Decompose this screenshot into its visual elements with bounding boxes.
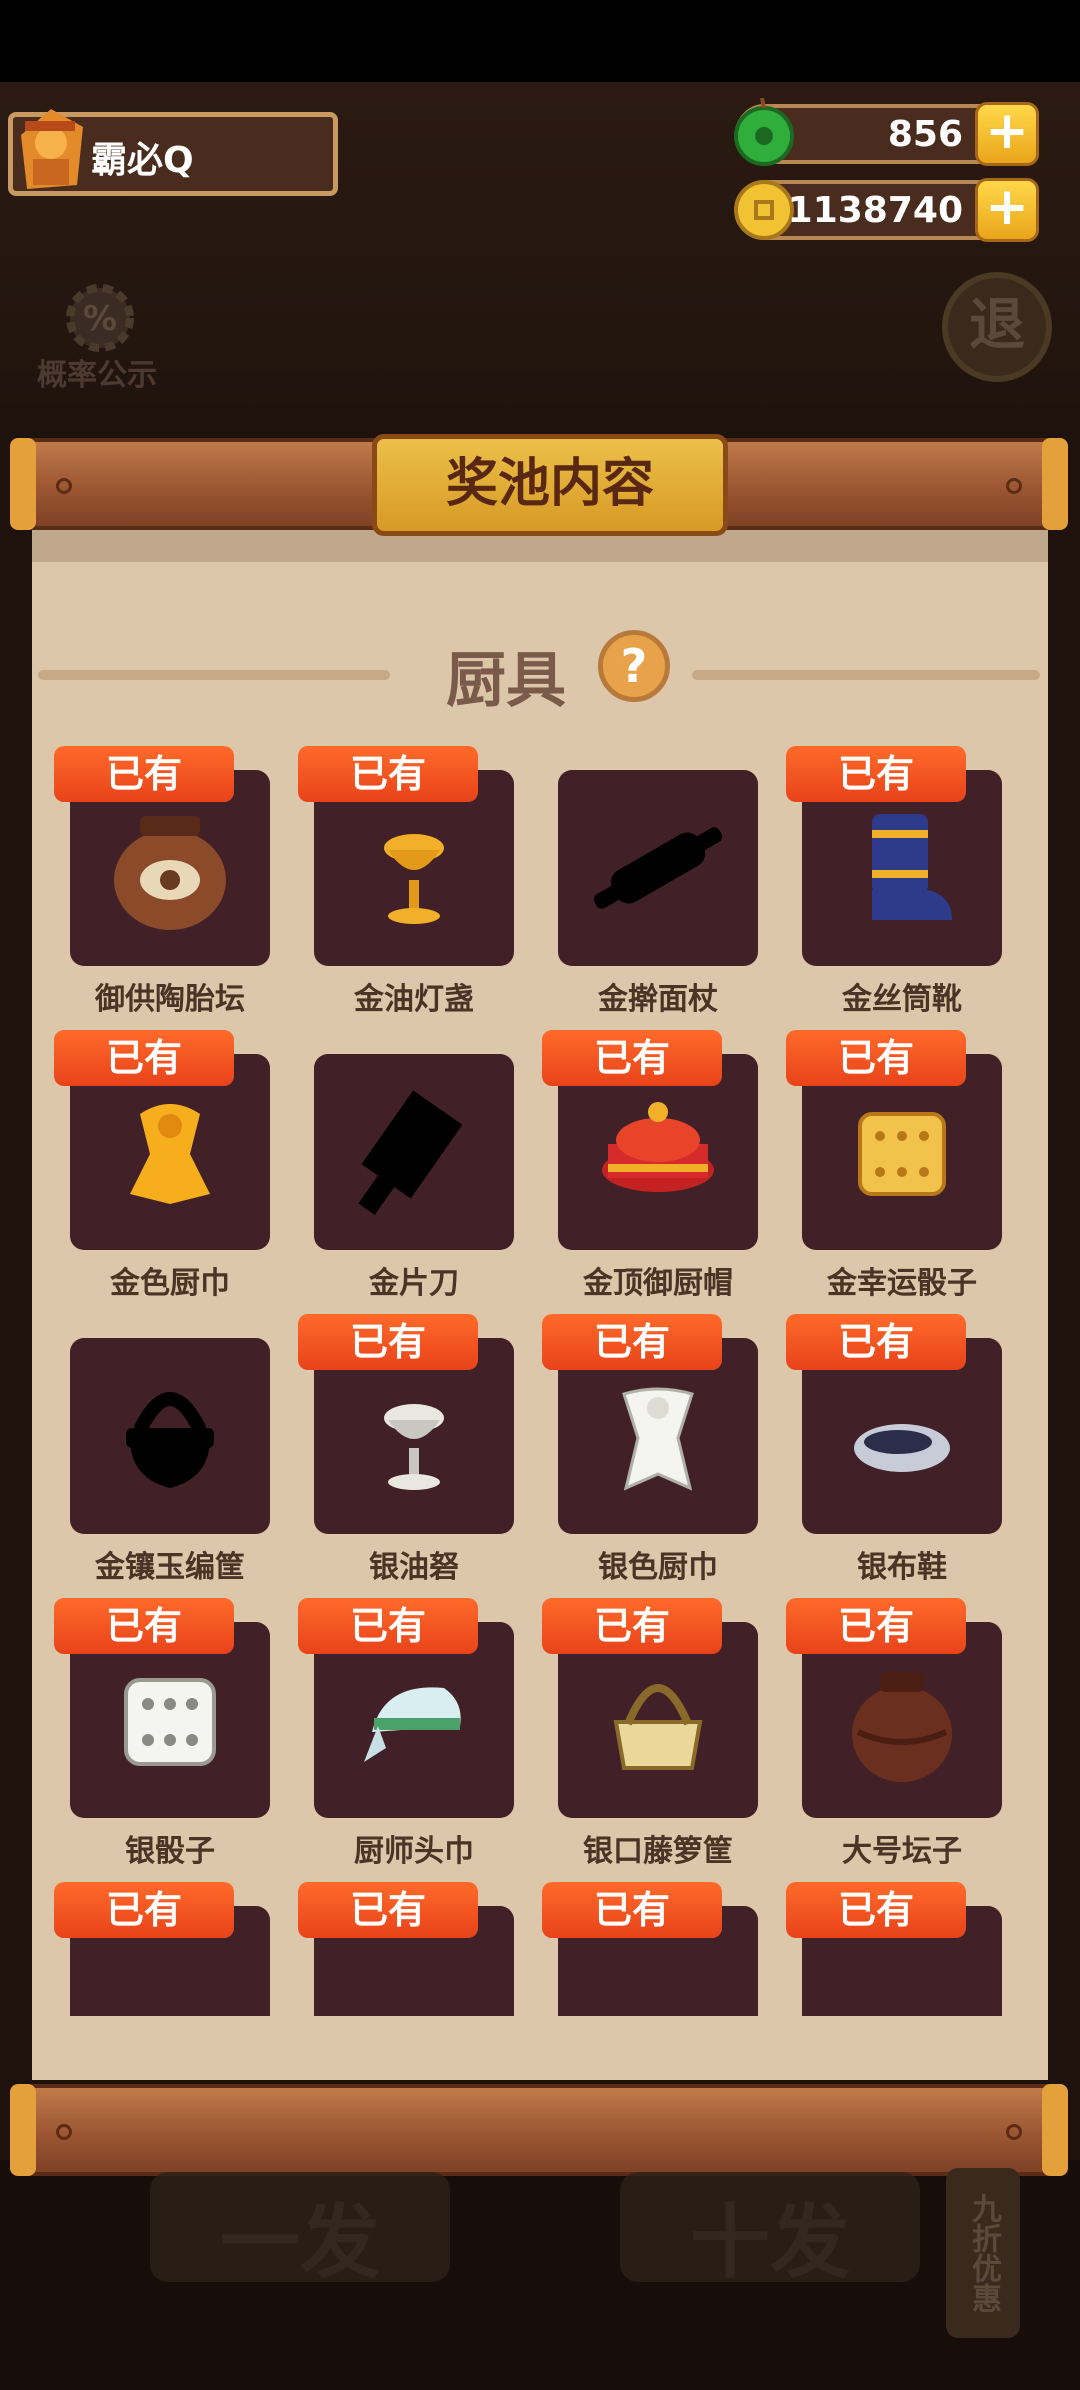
item-card[interactable]: 已有银骰子 bbox=[32, 1592, 276, 1876]
item-name: 金色厨巾 bbox=[110, 1266, 230, 1301]
item-card[interactable]: 已有金幸运骰子 bbox=[764, 1024, 1008, 1308]
item-name: 银骰子 bbox=[125, 1834, 215, 1869]
item-card[interactable]: 已有厨师头巾 bbox=[276, 1592, 520, 1876]
item-name: 金镶玉编筐 bbox=[95, 1550, 245, 1585]
basket-silhouette-icon bbox=[126, 1392, 214, 1488]
item-name: 金片刀 bbox=[369, 1266, 459, 1301]
owned-badge: 已有 bbox=[54, 1882, 234, 1938]
item-card[interactable]: 金镶玉编筐 bbox=[32, 1308, 276, 1592]
jade-icon bbox=[734, 98, 794, 166]
item-card[interactable]: 已有银口藤箩筐 bbox=[520, 1592, 764, 1876]
item-card[interactable]: 已有金油灯盏 bbox=[276, 740, 520, 1024]
item-name: 银色厨巾 bbox=[598, 1550, 718, 1585]
owned-badge: 已有 bbox=[298, 1314, 478, 1370]
owned-badge: 已有 bbox=[298, 746, 478, 802]
gear-icon: % bbox=[66, 284, 134, 352]
rolling-pin-icon bbox=[593, 827, 723, 909]
cleaver-icon bbox=[358, 1090, 463, 1215]
section-title: 厨具 bbox=[446, 646, 566, 716]
item-name: 大号坛子 bbox=[842, 1834, 962, 1869]
jade-amount: 856 bbox=[887, 114, 963, 155]
item-card[interactable]: 已有金色厨巾 bbox=[32, 1024, 276, 1308]
item-card[interactable]: 已有 bbox=[276, 1876, 520, 2016]
item-card[interactable]: 已有银油砮 bbox=[276, 1308, 520, 1592]
item-name: 厨师头巾 bbox=[354, 1834, 474, 1869]
probability-button[interactable]: % 概率公示 bbox=[22, 280, 172, 393]
owned-badge: 已有 bbox=[542, 1314, 722, 1370]
item-name: 银口藤箩筐 bbox=[583, 1834, 733, 1869]
item-card[interactable]: 已有银布鞋 bbox=[764, 1308, 1008, 1592]
item-name: 御供陶胎坛 bbox=[95, 982, 245, 1017]
owned-badge: 已有 bbox=[298, 1882, 478, 1938]
owned-badge: 已有 bbox=[54, 746, 234, 802]
add-coins-button[interactable]: + bbox=[975, 178, 1039, 242]
owned-badge: 已有 bbox=[54, 1598, 234, 1654]
status-bar bbox=[0, 0, 1080, 82]
discount-tag: 九折优惠 bbox=[946, 2168, 1020, 2338]
item-card[interactable]: 已有金丝筒靴 bbox=[764, 740, 1008, 1024]
avatar bbox=[21, 109, 83, 189]
owned-badge: 已有 bbox=[786, 1598, 966, 1654]
player-nameplate[interactable]: 霸必Q bbox=[8, 109, 338, 196]
item-name: 金擀面杖 bbox=[598, 982, 718, 1017]
item-card[interactable]: 已有 bbox=[32, 1876, 276, 2016]
help-icon[interactable]: ? bbox=[598, 630, 670, 702]
probability-label: 概率公示 bbox=[37, 358, 157, 393]
item-card[interactable]: 已有银色厨巾 bbox=[520, 1308, 764, 1592]
item-card[interactable]: 已有 bbox=[520, 1876, 764, 2016]
item-card[interactable]: 已有大号坛子 bbox=[764, 1592, 1008, 1876]
item-card[interactable]: 已有御供陶胎坛 bbox=[32, 740, 276, 1024]
item-card[interactable]: 已有金顶御厨帽 bbox=[520, 1024, 764, 1308]
coin-currency-bar: 1138740 + bbox=[734, 178, 1039, 242]
scroll-bottom-rod bbox=[10, 2084, 1068, 2176]
owned-badge: 已有 bbox=[542, 1030, 722, 1086]
item-name: 金丝筒靴 bbox=[842, 982, 962, 1017]
item-card[interactable]: 已有 bbox=[764, 1876, 1008, 2016]
single-draw-button[interactable]: 一发 bbox=[150, 2172, 450, 2289]
item-name: 金幸运骰子 bbox=[827, 1266, 977, 1301]
item-name: 金顶御厨帽 bbox=[583, 1266, 733, 1301]
item-name: 金油灯盏 bbox=[354, 982, 474, 1017]
panel-title: 奖池内容 bbox=[372, 434, 728, 536]
add-jade-button[interactable]: + bbox=[975, 102, 1039, 166]
owned-badge: 已有 bbox=[786, 1314, 966, 1370]
svg-text:%: % bbox=[83, 299, 117, 339]
item-name: 银布鞋 bbox=[857, 1550, 947, 1585]
owned-badge: 已有 bbox=[542, 1598, 722, 1654]
owned-badge: 已有 bbox=[786, 1030, 966, 1086]
item-card[interactable]: 金擀面杖 bbox=[520, 740, 764, 1024]
item-name: 银油砮 bbox=[369, 1550, 459, 1585]
item-card[interactable]: 金片刀 bbox=[276, 1024, 520, 1308]
owned-badge: 已有 bbox=[298, 1598, 478, 1654]
owned-badge: 已有 bbox=[786, 746, 966, 802]
jade-currency-bar: 856 + bbox=[734, 98, 1039, 166]
player-name: 霸必Q bbox=[91, 140, 194, 181]
coin-amount: 1138740 bbox=[787, 190, 963, 231]
owned-badge: 已有 bbox=[54, 1030, 234, 1086]
owned-badge: 已有 bbox=[542, 1882, 722, 1938]
owned-badge: 已有 bbox=[786, 1882, 966, 1938]
ten-draw-button[interactable]: 十发 bbox=[620, 2172, 920, 2289]
item-grid: 已有 御供陶胎坛 已有 金油灯盏 金擀面杖 已有 金丝筒靴 已有 金色厨巾 金片刀 已有 金顶御厨帽已… bbox=[32, 740, 1048, 2016]
exit-button[interactable]: 退 bbox=[942, 272, 1052, 382]
